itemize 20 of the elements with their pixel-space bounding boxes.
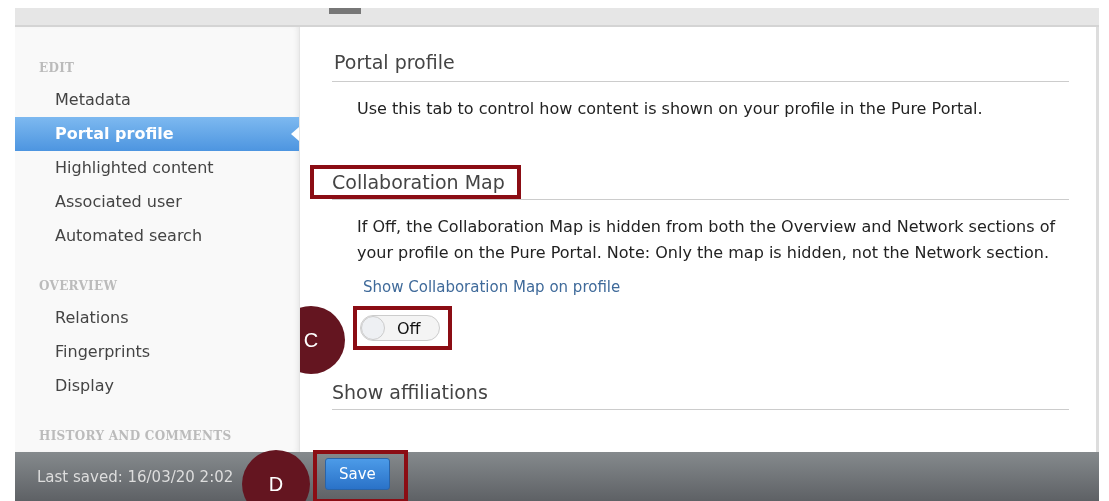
sidebar-item[interactable]: Relations [15, 301, 299, 335]
sidebar-heading: OVERVIEW [38, 278, 119, 295]
callout-marker: D [242, 450, 310, 501]
section-heading: Show affiliations [331, 380, 489, 405]
sidebar-item[interactable]: Fingerprints [15, 335, 299, 369]
last-saved-text: Last saved: 16/03/20 2:02 [37, 468, 234, 486]
sidebar-item[interactable]: Highlighted content [15, 151, 299, 185]
page-title: Portal profile [332, 45, 1069, 82]
toggle-switch[interactable]: Off [360, 315, 440, 341]
sidebar-heading: HISTORY AND COMMENTS [38, 428, 233, 445]
sidebar-item[interactable]: Display [15, 369, 299, 403]
intro-text: Use this tab to control how content is shown on your profile in the Pure Portal. [356, 98, 984, 120]
sidebar-heading: EDIT [38, 60, 76, 77]
sidebar-item[interactable]: Automated search [15, 219, 299, 253]
section-description: If Off, the Collaboration Map is hidden from both the Overview and Network sections of your profile on the Pure Portal. Note: Only the map is hidden, not the Network section. [356, 216, 1057, 264]
save-button[interactable]: Save [325, 458, 390, 490]
sidebar-item[interactable]: Metadata [15, 83, 299, 117]
sidebar-item[interactable]: Associated user [15, 185, 299, 219]
toggle-label-link[interactable]: Show Collaboration Map on profile [363, 278, 621, 296]
callout-marker: C [300, 306, 345, 374]
